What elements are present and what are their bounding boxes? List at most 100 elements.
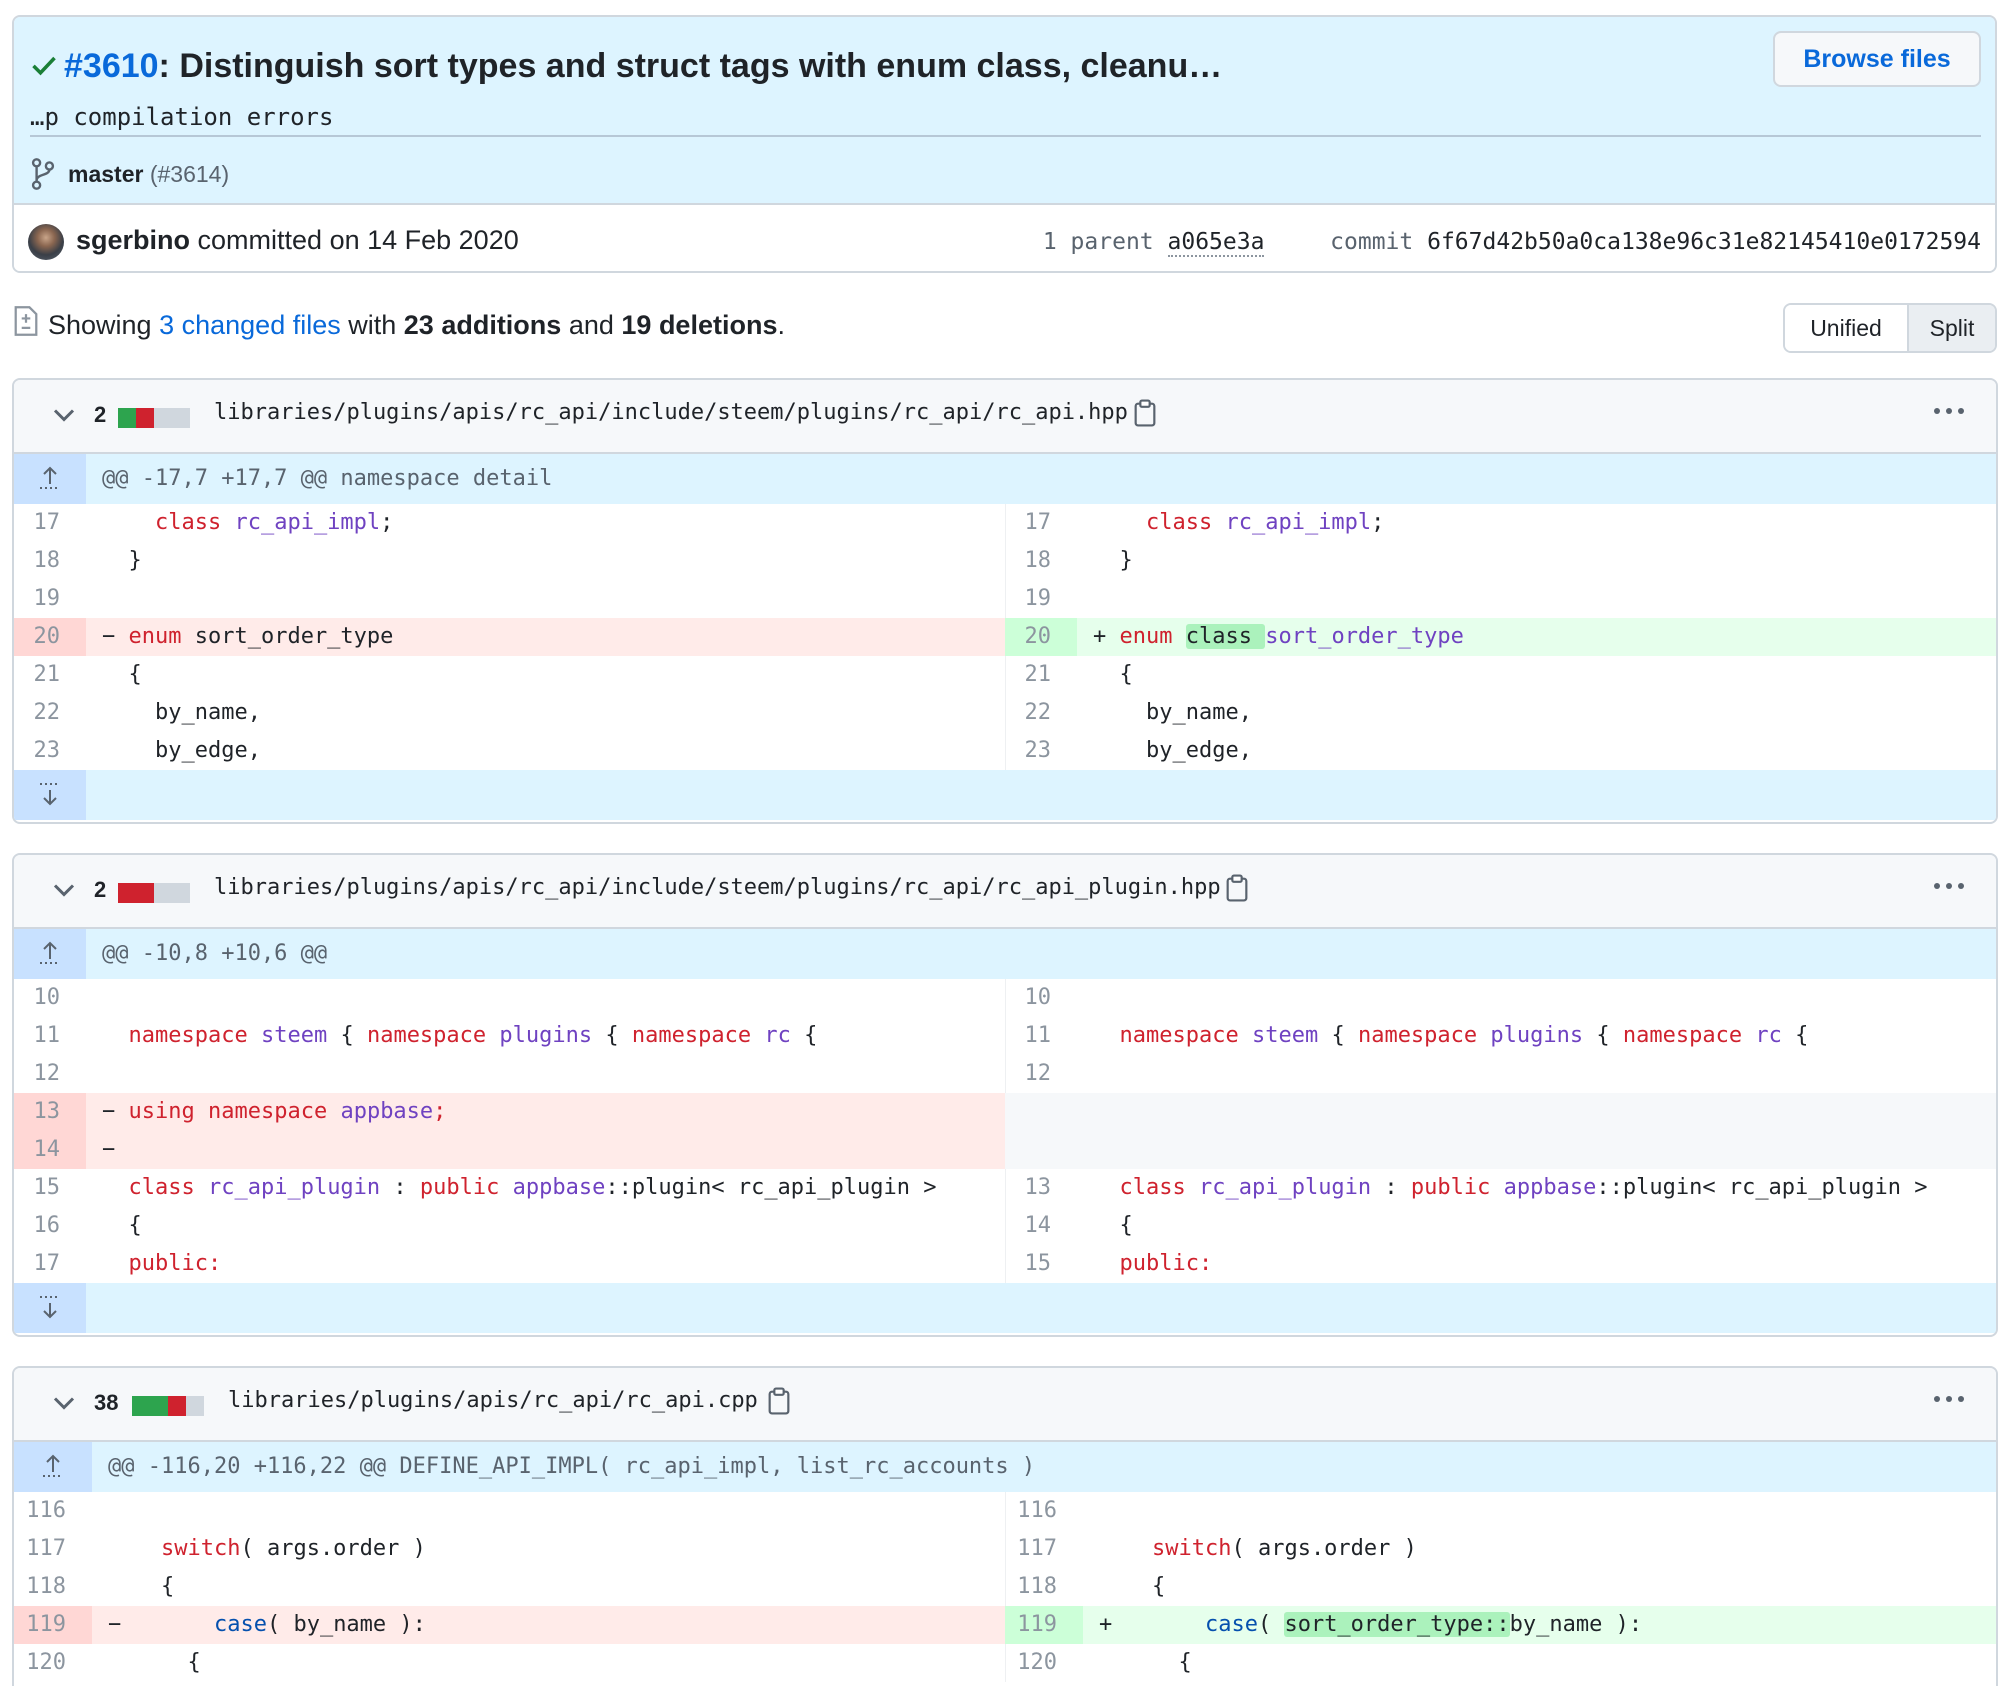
expand-up-icon [43,1454,63,1477]
line-number[interactable]: 20 [14,618,86,656]
file-header: 2 libraries/plugins/apis/rc_api/include/… [14,855,1996,929]
split-view-button[interactable]: Split [1909,305,1995,351]
line-number[interactable]: 13 [14,1093,86,1131]
copy-path-icon[interactable] [768,1387,790,1415]
line-number[interactable]: 21 [1005,656,1077,694]
file-path[interactable]: libraries/plugins/apis/rc_api/rc_api.cpp [228,1388,758,1413]
pr-link[interactable]: #3610 [64,47,159,85]
parent-hash-link[interactable]: a065e3a [1167,229,1265,257]
line-number[interactable]: 14 [1005,1207,1077,1245]
deletion-sign: − [102,1099,116,1124]
expand-down-icon [40,1296,60,1319]
line-number[interactable]: 10 [1005,979,1077,1017]
file-path[interactable]: libraries/plugins/apis/rc_api/include/st… [214,875,1221,900]
hunk-header: @@ -116,20 +116,22 @@ DEFINE_API_IMPL( r… [14,1442,1996,1492]
diff-row: 120 { 120 { [14,1644,1996,1682]
line-number[interactable]: 116 [14,1492,92,1530]
expand-down-button[interactable] [14,1283,86,1333]
line-number[interactable]: 117 [14,1530,92,1568]
commit-title-text: : Distinguish sort types and struct tags… [158,47,1223,85]
diff-row: 116 116 [14,1492,1996,1530]
line-number[interactable]: 22 [14,694,86,732]
line-number[interactable]: 120 [14,1644,92,1682]
line-number[interactable]: 18 [14,542,86,580]
unified-view-button[interactable]: Unified [1785,305,1909,351]
diff-row: 10 10 [14,979,1996,1017]
diff-row: 17 class rc_api_impl; 17 class rc_api_im… [14,504,1996,542]
line-number[interactable]: 21 [14,656,86,694]
stats-and: and [568,310,614,340]
file-path[interactable]: libraries/plugins/apis/rc_api/include/st… [214,400,1128,425]
expand-up-button[interactable] [14,929,86,979]
copy-path-icon[interactable] [1134,399,1156,427]
chevron-down-icon[interactable] [52,1394,76,1412]
expand-up-button[interactable] [14,454,86,504]
line-number[interactable]: 13 [1005,1169,1077,1207]
committer-info: sgerbino committed on 14 Feb 2020 [76,225,519,256]
line-number[interactable]: 17 [14,1245,86,1283]
expand-up-button[interactable] [14,1442,92,1492]
stats-with: with [348,310,397,340]
line-number[interactable]: 15 [1005,1245,1077,1283]
commit-meta-bar: sgerbino committed on 14 Feb 2020 1 pare… [14,203,1995,271]
diff-row: 117 switch( args.order ) 117 switch( arg… [14,1530,1996,1568]
avatar[interactable] [28,224,64,260]
more-options-icon[interactable] [1932,406,1966,416]
line-number[interactable]: 118 [14,1568,92,1606]
branch-pr[interactable]: (#3614) [150,161,229,187]
line-number[interactable]: 16 [14,1207,86,1245]
chevron-down-icon[interactable] [52,881,76,899]
line-number[interactable]: 11 [14,1017,86,1055]
diff-row: 118 { 118 { [14,1568,1996,1606]
line-number[interactable]: 116 [1005,1492,1083,1530]
line-number[interactable]: 118 [1005,1568,1083,1606]
hunk-text: @@ -10,8 +10,6 @@ [102,941,328,966]
diffstat-bar [118,883,190,903]
hunk-text: @@ -116,20 +116,22 @@ DEFINE_API_IMPL( r… [108,1454,1036,1479]
file-header: 38 libraries/plugins/apis/rc_api/rc_api.… [14,1368,1996,1442]
addition-sign: + [1099,1612,1113,1637]
line-number[interactable]: 20 [1005,618,1077,656]
line-number[interactable]: 12 [1005,1055,1077,1093]
line-number[interactable]: 14 [14,1131,86,1169]
changed-files-link[interactable]: 3 changed files [159,310,341,340]
branch-name[interactable]: master [68,161,143,187]
chevron-down-icon[interactable] [52,406,76,424]
browse-files-button[interactable]: Browse files [1773,31,1981,87]
more-options-icon[interactable] [1932,1394,1966,1404]
divider [30,135,1981,137]
committed-date: committed on 14 Feb 2020 [197,225,519,255]
line-number[interactable]: 19 [14,580,86,618]
deletion-sign: − [108,1612,122,1637]
hunk-header: @@ -10,8 +10,6 @@ [14,929,1996,979]
diff-row: 18 } 18 } [14,542,1996,580]
copy-path-icon[interactable] [1226,874,1248,902]
deletion-sign: − [102,624,116,649]
file-diff: 2 libraries/plugins/apis/rc_api/include/… [12,378,1998,824]
line-number[interactable]: 11 [1005,1017,1077,1055]
line-number[interactable]: 120 [1005,1644,1083,1682]
author-name[interactable]: sgerbino [76,225,190,255]
diff-row-changed: 119− case( by_name ): 119 + case( sort_or… [14,1606,1996,1644]
file-change-count: 2 [94,402,107,427]
line-number[interactable]: 119 [14,1606,92,1644]
more-options-icon[interactable] [1932,881,1966,891]
addition-sign: + [1093,624,1107,649]
deletion-sign: − [102,1137,116,1162]
diff-row: 17 public: 15 public: [14,1245,1996,1283]
line-number[interactable]: 117 [1005,1530,1083,1568]
line-number[interactable]: 12 [14,1055,86,1093]
line-number[interactable]: 22 [1005,694,1077,732]
line-number[interactable]: 17 [14,504,86,542]
line-number[interactable]: 10 [14,979,86,1017]
line-number[interactable]: 19 [1005,580,1077,618]
line-number[interactable]: 18 [1005,542,1077,580]
line-number[interactable]: 23 [1005,732,1077,770]
line-number[interactable]: 119 [1005,1606,1083,1644]
line-number[interactable]: 15 [14,1169,86,1207]
expand-down-button[interactable] [14,770,86,820]
line-number[interactable]: 17 [1005,504,1077,542]
commit-header: #3610: Distinguish sort types and struct… [12,15,1997,273]
line-number[interactable]: 23 [14,732,86,770]
commit-summary: #3610: Distinguish sort types and struct… [14,17,1995,203]
